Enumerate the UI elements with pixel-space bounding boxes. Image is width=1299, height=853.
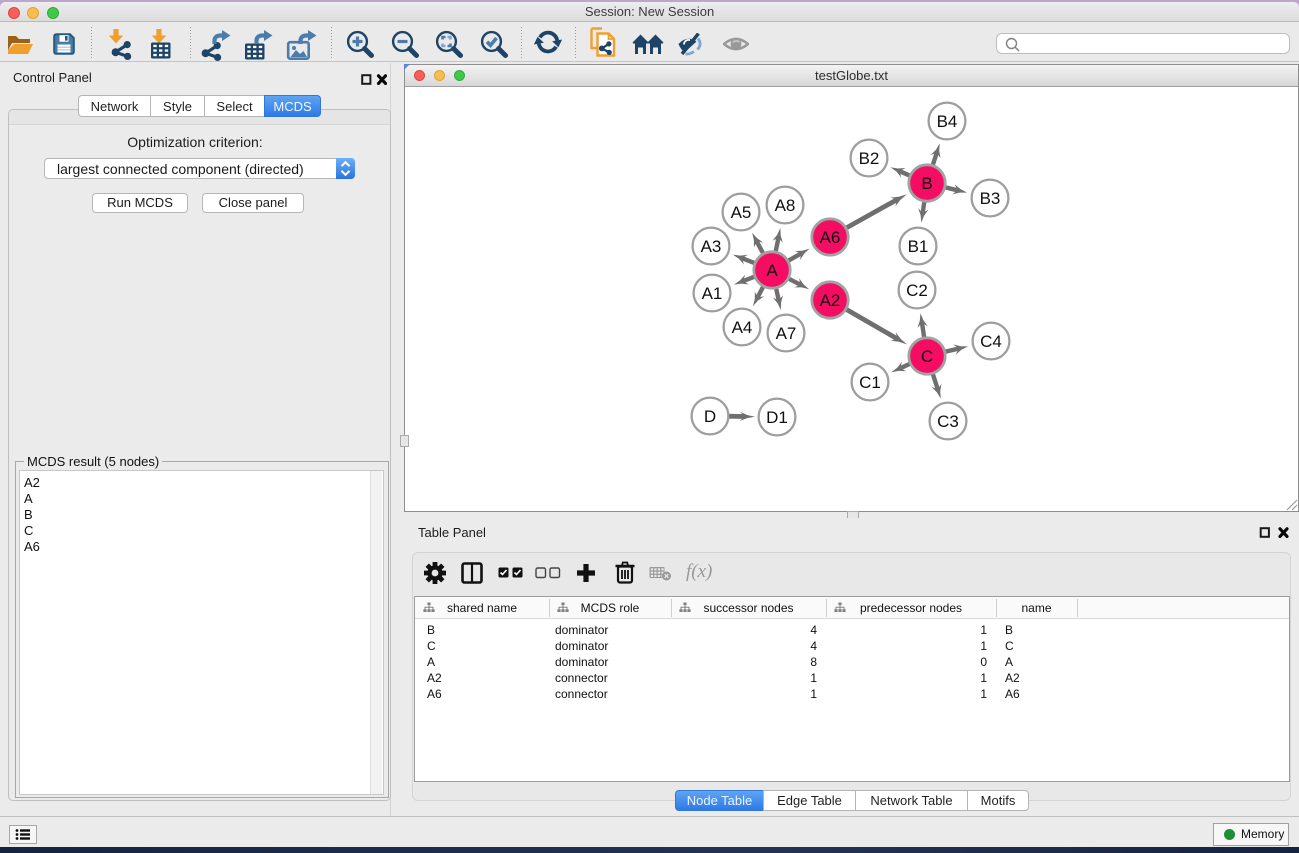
svg-text:A3: A3 [701, 237, 722, 256]
svg-text:A1: A1 [702, 284, 723, 303]
svg-text:C1: C1 [859, 373, 881, 392]
svg-text:B4: B4 [937, 112, 958, 131]
svg-text:A: A [766, 261, 778, 280]
svg-text:B1: B1 [908, 237, 929, 256]
svg-text:A7: A7 [776, 324, 797, 343]
svg-text:B: B [921, 174, 932, 193]
svg-text:C4: C4 [980, 332, 1002, 351]
svg-text:C2: C2 [906, 281, 928, 300]
svg-text:A5: A5 [731, 203, 752, 222]
svg-text:A4: A4 [732, 318, 753, 337]
svg-text:D: D [704, 407, 716, 426]
svg-text:A8: A8 [775, 196, 796, 215]
svg-text:C: C [921, 347, 933, 366]
svg-text:B2: B2 [859, 149, 880, 168]
svg-text:B3: B3 [980, 189, 1001, 208]
svg-text:C3: C3 [937, 412, 959, 431]
svg-text:A2: A2 [820, 291, 841, 310]
svg-text:A6: A6 [820, 228, 841, 247]
svg-text:D1: D1 [766, 408, 788, 427]
